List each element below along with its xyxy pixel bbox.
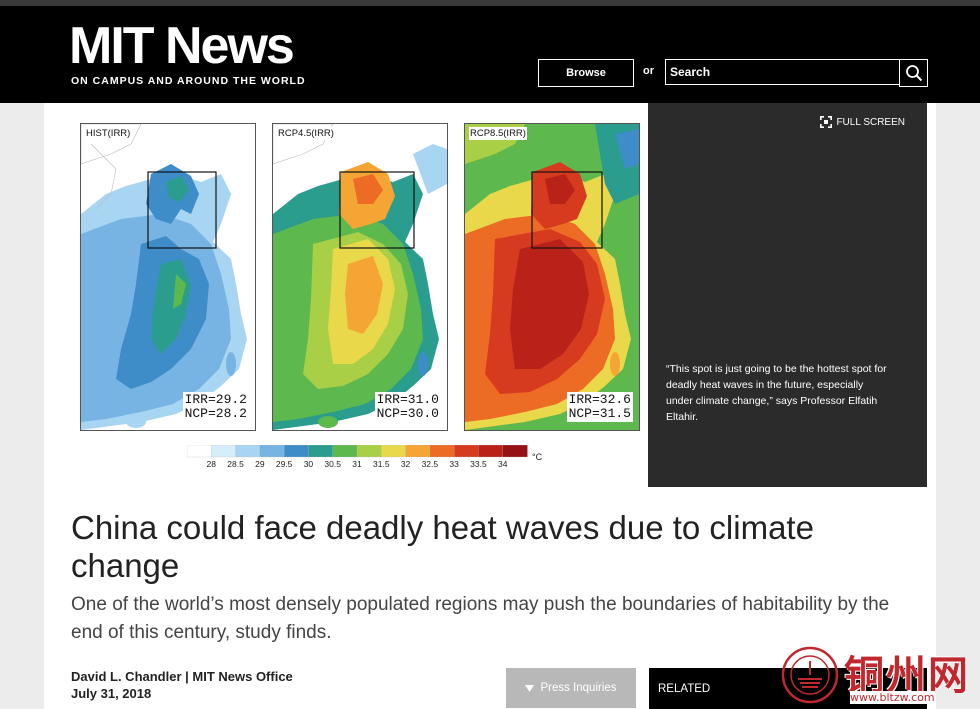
fullscreen-button[interactable]: FULL SCREEN <box>820 116 905 128</box>
colorbar-tick-label: 32 <box>400 459 411 469</box>
irr-value: IRR=31.0 <box>376 392 439 407</box>
article-byline: David L. Chandler | MIT News Office July… <box>71 668 293 702</box>
ncp-value: NCP=30.0 <box>376 406 439 421</box>
article-subhead: One of the world’s most densely populate… <box>71 594 890 643</box>
press-inquiries-button[interactable]: Press Inquiries <box>506 668 636 708</box>
colorbar-swatch <box>429 445 455 458</box>
colorbar-swatch <box>259 445 285 458</box>
colorbar-swatch <box>187 445 212 458</box>
colorbar-tick-label: 33.5 <box>470 459 487 469</box>
heat-map-figure: HIST(IRR) IRR=29.2 NCP=28.2 RCP4.5(IRR) … <box>44 103 648 487</box>
colorbar-swatch <box>283 445 310 458</box>
panel-label: HIST(IRR) <box>85 127 132 140</box>
search-button[interactable] <box>899 59 928 87</box>
panel-stats: IRR=32.6 NCP=31.5 <box>566 392 633 422</box>
colorbar-tick-label: 31 <box>352 459 362 469</box>
colorbar-swatch <box>478 445 504 458</box>
search-icon <box>905 65 922 82</box>
colorbar-tick-label: 28.5 <box>227 459 244 469</box>
colorbar-tick-label: 29 <box>255 459 265 469</box>
map-panel-rcp85: RCP8.5(IRR) IRR=32.6 NCP=31.5 <box>464 123 640 431</box>
colorbar-swatch <box>211 445 237 458</box>
map-panel-hist: HIST(IRR) IRR=29.2 NCP=28.2 <box>80 123 256 431</box>
irr-value: IRR=32.6 <box>568 392 631 407</box>
colorbar-swatch <box>332 445 358 458</box>
map-rcp45-image <box>273 124 447 430</box>
colorbar-unit: °C <box>532 452 543 462</box>
colorbar-swatch <box>405 445 431 458</box>
seal-icon <box>781 646 839 704</box>
colorbar <box>187 445 528 458</box>
article-headline: China could face deadly heat waves due t… <box>71 509 814 584</box>
colorbar-swatch <box>356 445 382 458</box>
ncp-value: NCP=31.5 <box>568 406 631 421</box>
colorbar-tick-label: 32.5 <box>421 459 439 469</box>
colorbar-swatch <box>453 445 480 458</box>
panel-label: RCP4.5(IRR) <box>277 127 335 140</box>
main-content: HIST(IRR) IRR=29.2 NCP=28.2 RCP4.5(IRR) … <box>44 103 936 709</box>
colorbar-swatch <box>308 445 334 458</box>
triangle-down-icon <box>525 684 535 692</box>
colorbar-tick-label: 29.5 <box>275 459 293 469</box>
colorbar-tick-label: 28 <box>206 459 217 469</box>
map-hist-image <box>81 124 255 430</box>
colorbar-swatch <box>502 445 528 458</box>
colorbar-tick-label: 31.5 <box>373 459 390 469</box>
fullscreen-label: FULL SCREEN <box>836 116 905 128</box>
ncp-value: NCP=28.2 <box>184 406 247 421</box>
expand-icon <box>820 116 833 128</box>
site-header: MIT News ON CAMPUS AND AROUND THE WORLD … <box>0 6 980 103</box>
colorbar-tick-label: 30.5 <box>324 459 341 469</box>
site-watermark: 铜州网 www.bltzw.com <box>778 643 980 709</box>
image-caption: “This spot is just going to be the hotte… <box>666 363 887 423</box>
image-caption-panel: FULL SCREEN “This spot is just going to … <box>648 103 927 487</box>
colorbar-tick-label: 33 <box>449 459 459 469</box>
colorbar-swatch <box>235 445 261 458</box>
map-panel-rcp45: RCP4.5(IRR) IRR=31.0 NCP=30.0 <box>272 123 448 431</box>
colorbar-tick-label: 30 <box>303 459 314 469</box>
browse-button[interactable]: Browse <box>538 59 634 87</box>
panel-stats: IRR=31.0 NCP=30.0 <box>374 392 441 422</box>
or-label: or <box>643 65 654 77</box>
panel-stats: IRR=29.2 NCP=28.2 <box>182 392 249 422</box>
search-input[interactable] <box>665 59 904 85</box>
article-author[interactable]: David L. Chandler | MIT News Office <box>71 668 293 685</box>
irr-value: IRR=29.2 <box>184 392 247 407</box>
map-rcp85-image <box>465 124 639 430</box>
site-tagline: ON CAMPUS AND AROUND THE WORLD <box>71 75 306 87</box>
colorbar-tick-label: 34 <box>497 459 508 469</box>
article-date: July 31, 2018 <box>71 686 152 701</box>
site-logo[interactable]: MIT News <box>69 18 295 74</box>
related-label: RELATED <box>658 682 711 695</box>
panel-label: RCP8.5(IRR) <box>469 127 527 140</box>
press-inquiries-label: Press Inquiries <box>540 682 617 694</box>
colorbar-swatch <box>381 445 407 458</box>
watermark-url: www.bltzw.com <box>850 691 935 704</box>
